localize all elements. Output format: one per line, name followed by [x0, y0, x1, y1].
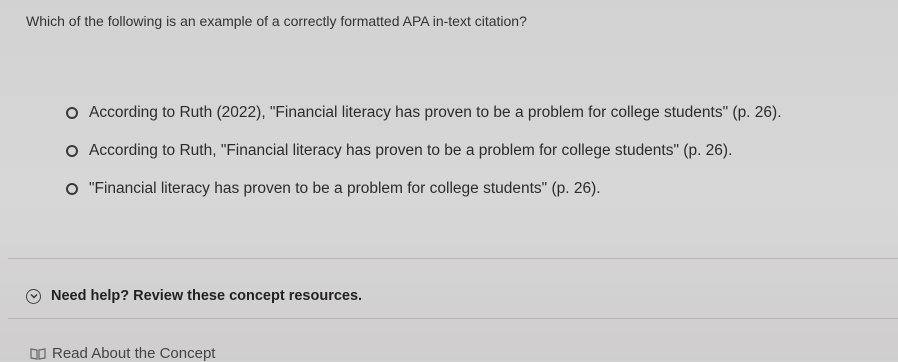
divider	[8, 318, 898, 319]
help-toggle[interactable]: Need help? Review these concept resource…	[26, 288, 362, 304]
read-about-concept-link[interactable]: Read About the Concept	[30, 345, 215, 362]
radio-button[interactable]	[66, 145, 78, 157]
radio-button[interactable]	[66, 183, 78, 195]
book-icon	[30, 347, 46, 360]
radio-button[interactable]	[66, 107, 78, 119]
answer-option-3[interactable]: "Financial literacy has proven to be a p…	[66, 180, 782, 198]
answer-option-label: According to Ruth, "Financial literacy h…	[89, 142, 733, 159]
answer-option-2[interactable]: According to Ruth, "Financial literacy h…	[66, 142, 782, 160]
question-text: Which of the following is an example of …	[26, 13, 527, 29]
read-about-label: Read About the Concept	[52, 345, 216, 362]
answer-options: According to Ruth (2022), "Financial lit…	[66, 104, 782, 218]
divider	[8, 258, 898, 259]
chevron-down-icon[interactable]	[26, 288, 41, 304]
answer-option-1[interactable]: According to Ruth (2022), "Financial lit…	[66, 104, 782, 122]
answer-option-label: "Financial literacy has proven to be a p…	[89, 180, 601, 197]
help-label: Need help? Review these concept resource…	[51, 288, 363, 304]
answer-option-label: According to Ruth (2022), "Financial lit…	[89, 104, 782, 121]
